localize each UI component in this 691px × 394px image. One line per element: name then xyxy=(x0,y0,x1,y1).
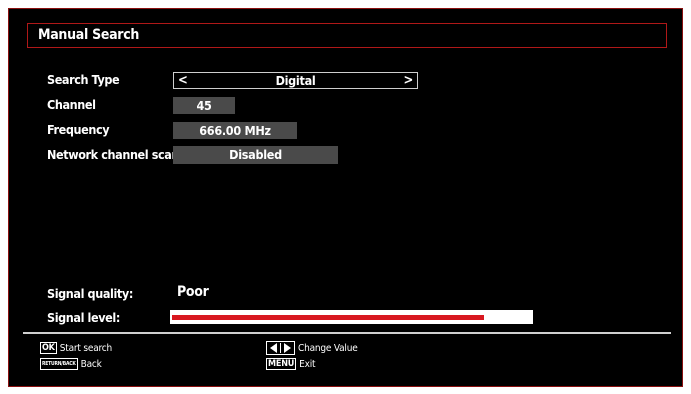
left-right-arrows-icon xyxy=(266,341,295,355)
signal-level-fill xyxy=(172,315,484,320)
signal-level-bar xyxy=(170,310,533,324)
network-channel-scan-label: Network channel scan xyxy=(47,147,180,162)
menu-title: Manual Search xyxy=(38,27,140,43)
footer-divider xyxy=(23,332,671,334)
search-type-value: Digital xyxy=(275,73,316,88)
chevron-left-icon[interactable]: < xyxy=(178,73,188,88)
channel-label: Channel xyxy=(47,97,96,112)
manual-search-screen xyxy=(8,8,683,387)
ok-key-icon: OK xyxy=(40,342,57,354)
signal-quality-label: Signal quality: xyxy=(47,286,133,301)
legend-start-search: OK Start search xyxy=(40,342,112,354)
frequency-label: Frequency xyxy=(47,122,110,137)
return-back-key-icon: RETURN/BACK xyxy=(40,358,78,370)
frequency-field[interactable]: 666.00 MHz xyxy=(173,122,297,139)
legend-exit: MENU Exit xyxy=(266,358,316,370)
network-channel-scan-value: Disabled xyxy=(229,147,282,162)
start-search-text: Start search xyxy=(59,342,113,354)
signal-quality-value: Poor xyxy=(177,284,209,300)
channel-value: 45 xyxy=(196,98,212,113)
menu-key-icon: MENU xyxy=(266,358,297,370)
chevron-right-icon[interactable]: > xyxy=(403,73,413,88)
search-type-label: Search Type xyxy=(47,72,120,87)
channel-field[interactable]: 45 xyxy=(173,97,235,114)
signal-level-label: Signal level: xyxy=(47,310,120,325)
frequency-value: 666.00 MHz xyxy=(199,123,271,138)
change-value-text: Change Value xyxy=(298,342,358,354)
search-type-selector[interactable]: < Digital > xyxy=(173,72,418,89)
legend-change-value: Change Value xyxy=(266,341,358,355)
back-text: Back xyxy=(80,358,102,370)
menu-title-bar: Manual Search xyxy=(27,23,667,48)
exit-text: Exit xyxy=(299,358,316,370)
legend-back: RETURN/BACK Back xyxy=(40,358,102,370)
network-channel-scan-field[interactable]: Disabled xyxy=(173,146,338,164)
